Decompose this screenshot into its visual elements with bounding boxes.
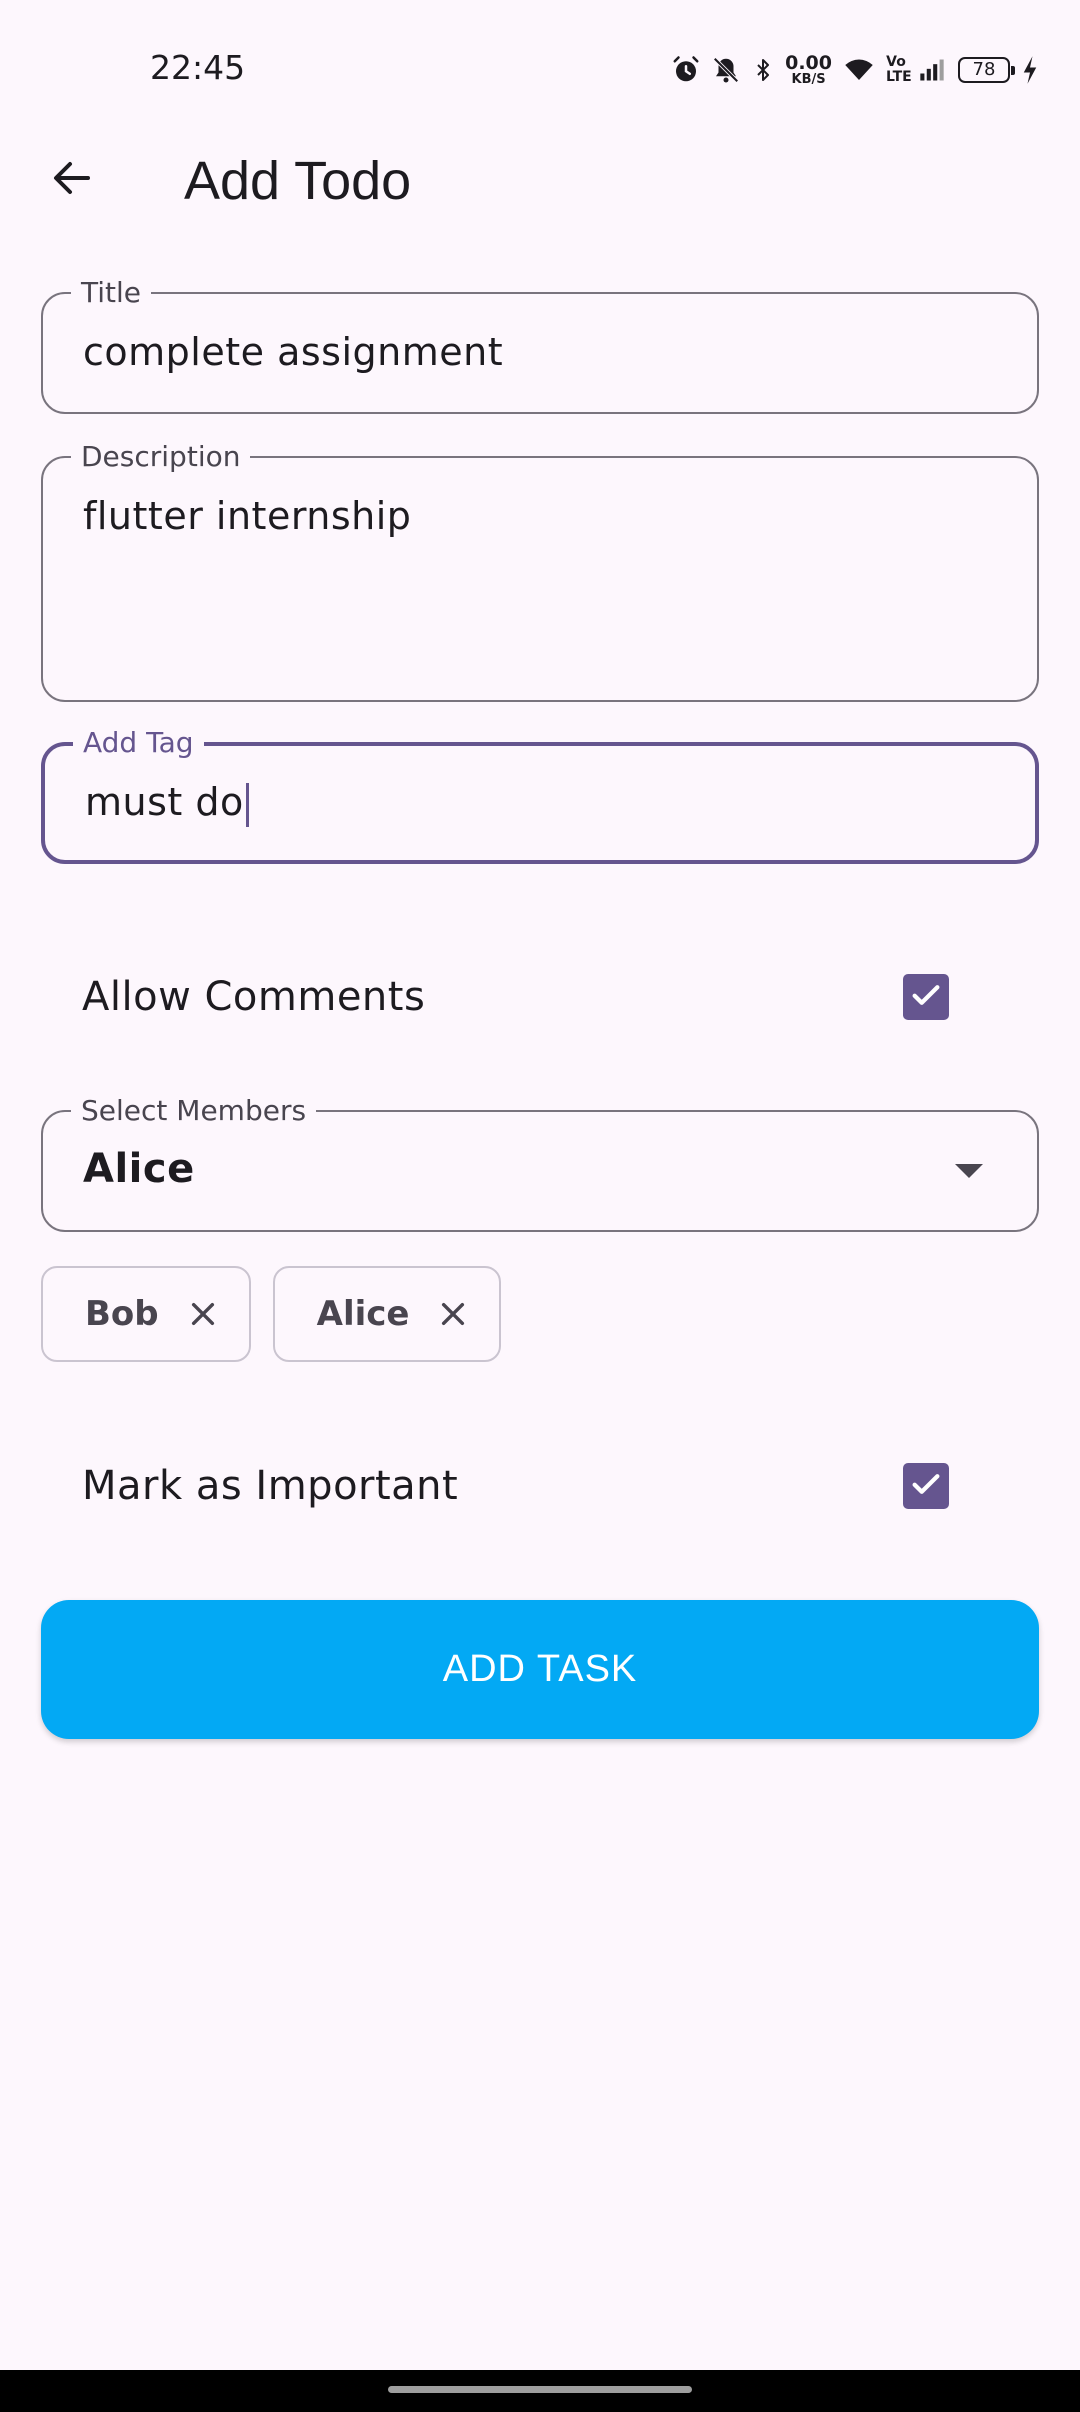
member-chip-bob: Bob — [41, 1266, 251, 1362]
dropdown-arrow-icon — [955, 1164, 983, 1178]
close-icon[interactable] — [435, 1296, 471, 1332]
home-gesture-handle[interactable] — [388, 2386, 692, 2393]
alarm-icon — [671, 55, 701, 85]
title-field-value: complete assignment — [83, 330, 504, 374]
tag-field-value: must do — [85, 780, 244, 824]
bell-off-icon — [711, 55, 741, 85]
allow-comments-checkbox[interactable] — [903, 974, 949, 1020]
allow-comments-label: Allow Comments — [82, 974, 426, 1020]
status-icons: 0.00 KB/S Vo LTE 78 — [671, 48, 1040, 92]
select-members-value: Alice — [83, 1146, 195, 1192]
back-button[interactable] — [36, 140, 108, 220]
title-field-label: Title — [71, 278, 152, 308]
member-chip-alice: Alice — [272, 1266, 502, 1362]
app-bar: Add Todo — [0, 140, 1080, 220]
check-icon — [909, 1467, 943, 1505]
mark-important-checkbox[interactable] — [903, 1463, 949, 1509]
charging-icon — [1020, 55, 1040, 85]
description-field-value: flutter internship — [83, 494, 412, 538]
net-speed-value: 0.00 — [785, 52, 832, 74]
wifi-icon — [842, 55, 876, 85]
allow-comments-row[interactable]: Allow Comments — [0, 946, 1080, 1046]
tag-field-value-wrap: must do — [85, 780, 249, 827]
member-chip-label: Alice — [316, 1294, 410, 1334]
net-speed-unit: KB/S — [791, 72, 826, 87]
battery-cap — [1011, 66, 1015, 75]
volte-icon: Vo LTE — [886, 54, 912, 85]
battery-level: 78 — [972, 59, 996, 80]
battery-icon: 78 — [958, 57, 1015, 83]
screen: 22:45 0.00 KB/S Vo LTE 78 Add Todo Title… — [0, 0, 1080, 2412]
close-icon[interactable] — [185, 1296, 221, 1332]
status-time: 22:45 — [150, 48, 246, 87]
mark-important-label: Mark as Important — [82, 1463, 459, 1509]
add-task-button[interactable]: ADD TASK — [41, 1600, 1039, 1739]
mark-important-row[interactable]: Mark as Important — [0, 1435, 1080, 1535]
text-caret — [245, 782, 249, 827]
member-chip-label: Bob — [85, 1294, 159, 1334]
page-title: Add Todo — [184, 151, 412, 211]
description-field[interactable]: Description flutter internship — [41, 442, 1039, 702]
description-field-label: Description — [71, 442, 251, 472]
tag-field-label: Add Tag — [73, 728, 204, 758]
member-chips: Bob Alice — [41, 1266, 502, 1362]
select-members-dropdown[interactable]: Select Members Alice — [41, 1096, 1039, 1232]
bluetooth-icon — [751, 55, 775, 85]
select-members-label: Select Members — [71, 1096, 317, 1126]
status-bar: 22:45 0.00 KB/S Vo LTE 78 — [0, 0, 1080, 140]
tag-field[interactable]: Add Tag must do — [41, 728, 1039, 864]
add-task-button-label: ADD TASK — [442, 1648, 638, 1690]
signal-icon — [916, 56, 948, 84]
net-speed: 0.00 KB/S — [785, 52, 832, 87]
check-icon — [909, 978, 943, 1016]
arrow-left-icon — [48, 154, 96, 206]
title-field[interactable]: Title complete assignment — [41, 278, 1039, 414]
